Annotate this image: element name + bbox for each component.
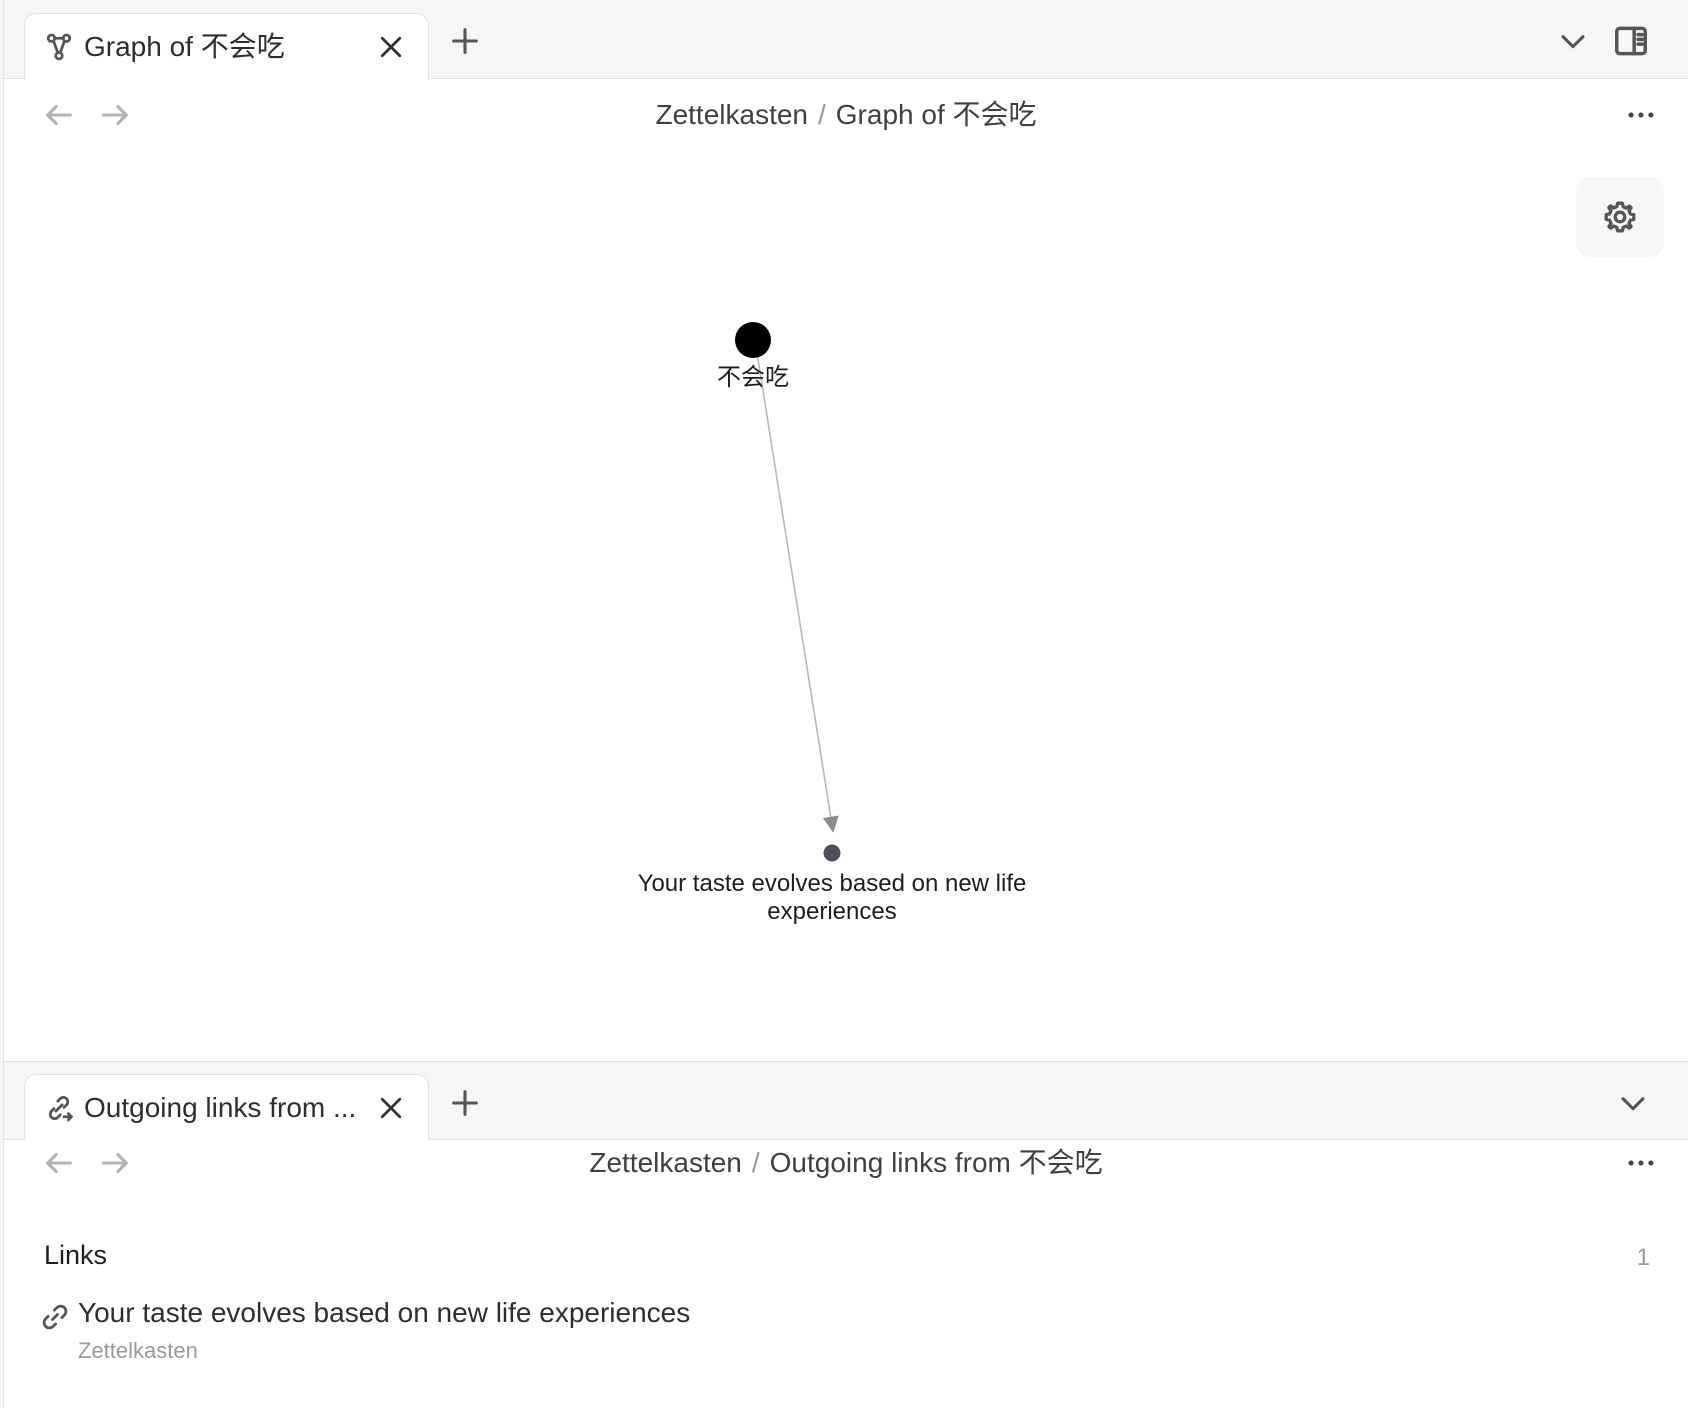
- graph-node-target-label-line1: Your taste evolves based on new life: [637, 870, 1027, 897]
- graph-node-source[interactable]: [735, 322, 771, 358]
- breadcrumb-page[interactable]: Graph of 不会吃: [836, 99, 1037, 130]
- chevron-down-icon[interactable]: [1616, 1086, 1650, 1120]
- breadcrumb-separator: /: [751, 1147, 760, 1178]
- bottom-nav-row: Zettelkasten / Outgoing links from 不会吃: [4, 1138, 1688, 1210]
- breadcrumb-separator: /: [818, 99, 826, 130]
- sidebar-toggle-icon[interactable]: [1612, 22, 1650, 60]
- link-icon: [42, 1304, 68, 1330]
- link-folder: Zettelkasten: [78, 1338, 198, 1363]
- graph-edge: [756, 352, 839, 833]
- breadcrumb-vault[interactable]: Zettelkasten: [655, 99, 808, 130]
- breadcrumb-page[interactable]: Outgoing links from 不会吃: [770, 1147, 1103, 1178]
- new-tab-button[interactable]: [448, 24, 482, 58]
- top-tab-bar: Graph of 不会吃: [4, 0, 1688, 80]
- top-nav-row: Zettelkasten / Graph of 不会吃: [4, 79, 1688, 151]
- graph-node-target-label[interactable]: Your taste evolves based on new life exp…: [582, 870, 1082, 926]
- close-icon[interactable]: [376, 32, 406, 62]
- bottom-tab-bar: Outgoing links from ...: [4, 1061, 1688, 1141]
- list-item[interactable]: Your taste evolves based on new life exp…: [40, 1296, 1440, 1366]
- links-heading: Links: [44, 1240, 108, 1270]
- graph-view[interactable]: 不会吃 Your taste evolves based on new life…: [4, 151, 1688, 1061]
- graph-node-source-label[interactable]: 不会吃: [653, 364, 853, 392]
- breadcrumb: Zettelkasten / Outgoing links from 不会吃: [4, 1145, 1688, 1181]
- more-options-icon[interactable]: [1624, 1146, 1658, 1180]
- graph-icon: [46, 33, 72, 61]
- tab-title: Outgoing links from ...: [84, 1092, 357, 1123]
- links-count: 1: [1636, 1244, 1650, 1271]
- tab-outgoing-links[interactable]: Outgoing links from ...: [24, 1074, 429, 1141]
- new-tab-button[interactable]: [448, 1086, 482, 1120]
- tab-graph[interactable]: Graph of 不会吃: [24, 13, 429, 80]
- breadcrumb-vault[interactable]: Zettelkasten: [589, 1147, 742, 1178]
- tab-title: Graph of 不会吃: [84, 31, 285, 62]
- graph-node-target[interactable]: [823, 844, 841, 862]
- more-options-icon[interactable]: [1624, 98, 1658, 132]
- breadcrumb: Zettelkasten / Graph of 不会吃: [4, 97, 1688, 133]
- link-title[interactable]: Your taste evolves based on new life exp…: [78, 1296, 690, 1330]
- close-icon[interactable]: [376, 1093, 406, 1123]
- outgoing-links-icon: [48, 1095, 73, 1122]
- chevron-down-icon[interactable]: [1556, 24, 1590, 58]
- graph-node-target-label-line2: experiences: [767, 898, 897, 925]
